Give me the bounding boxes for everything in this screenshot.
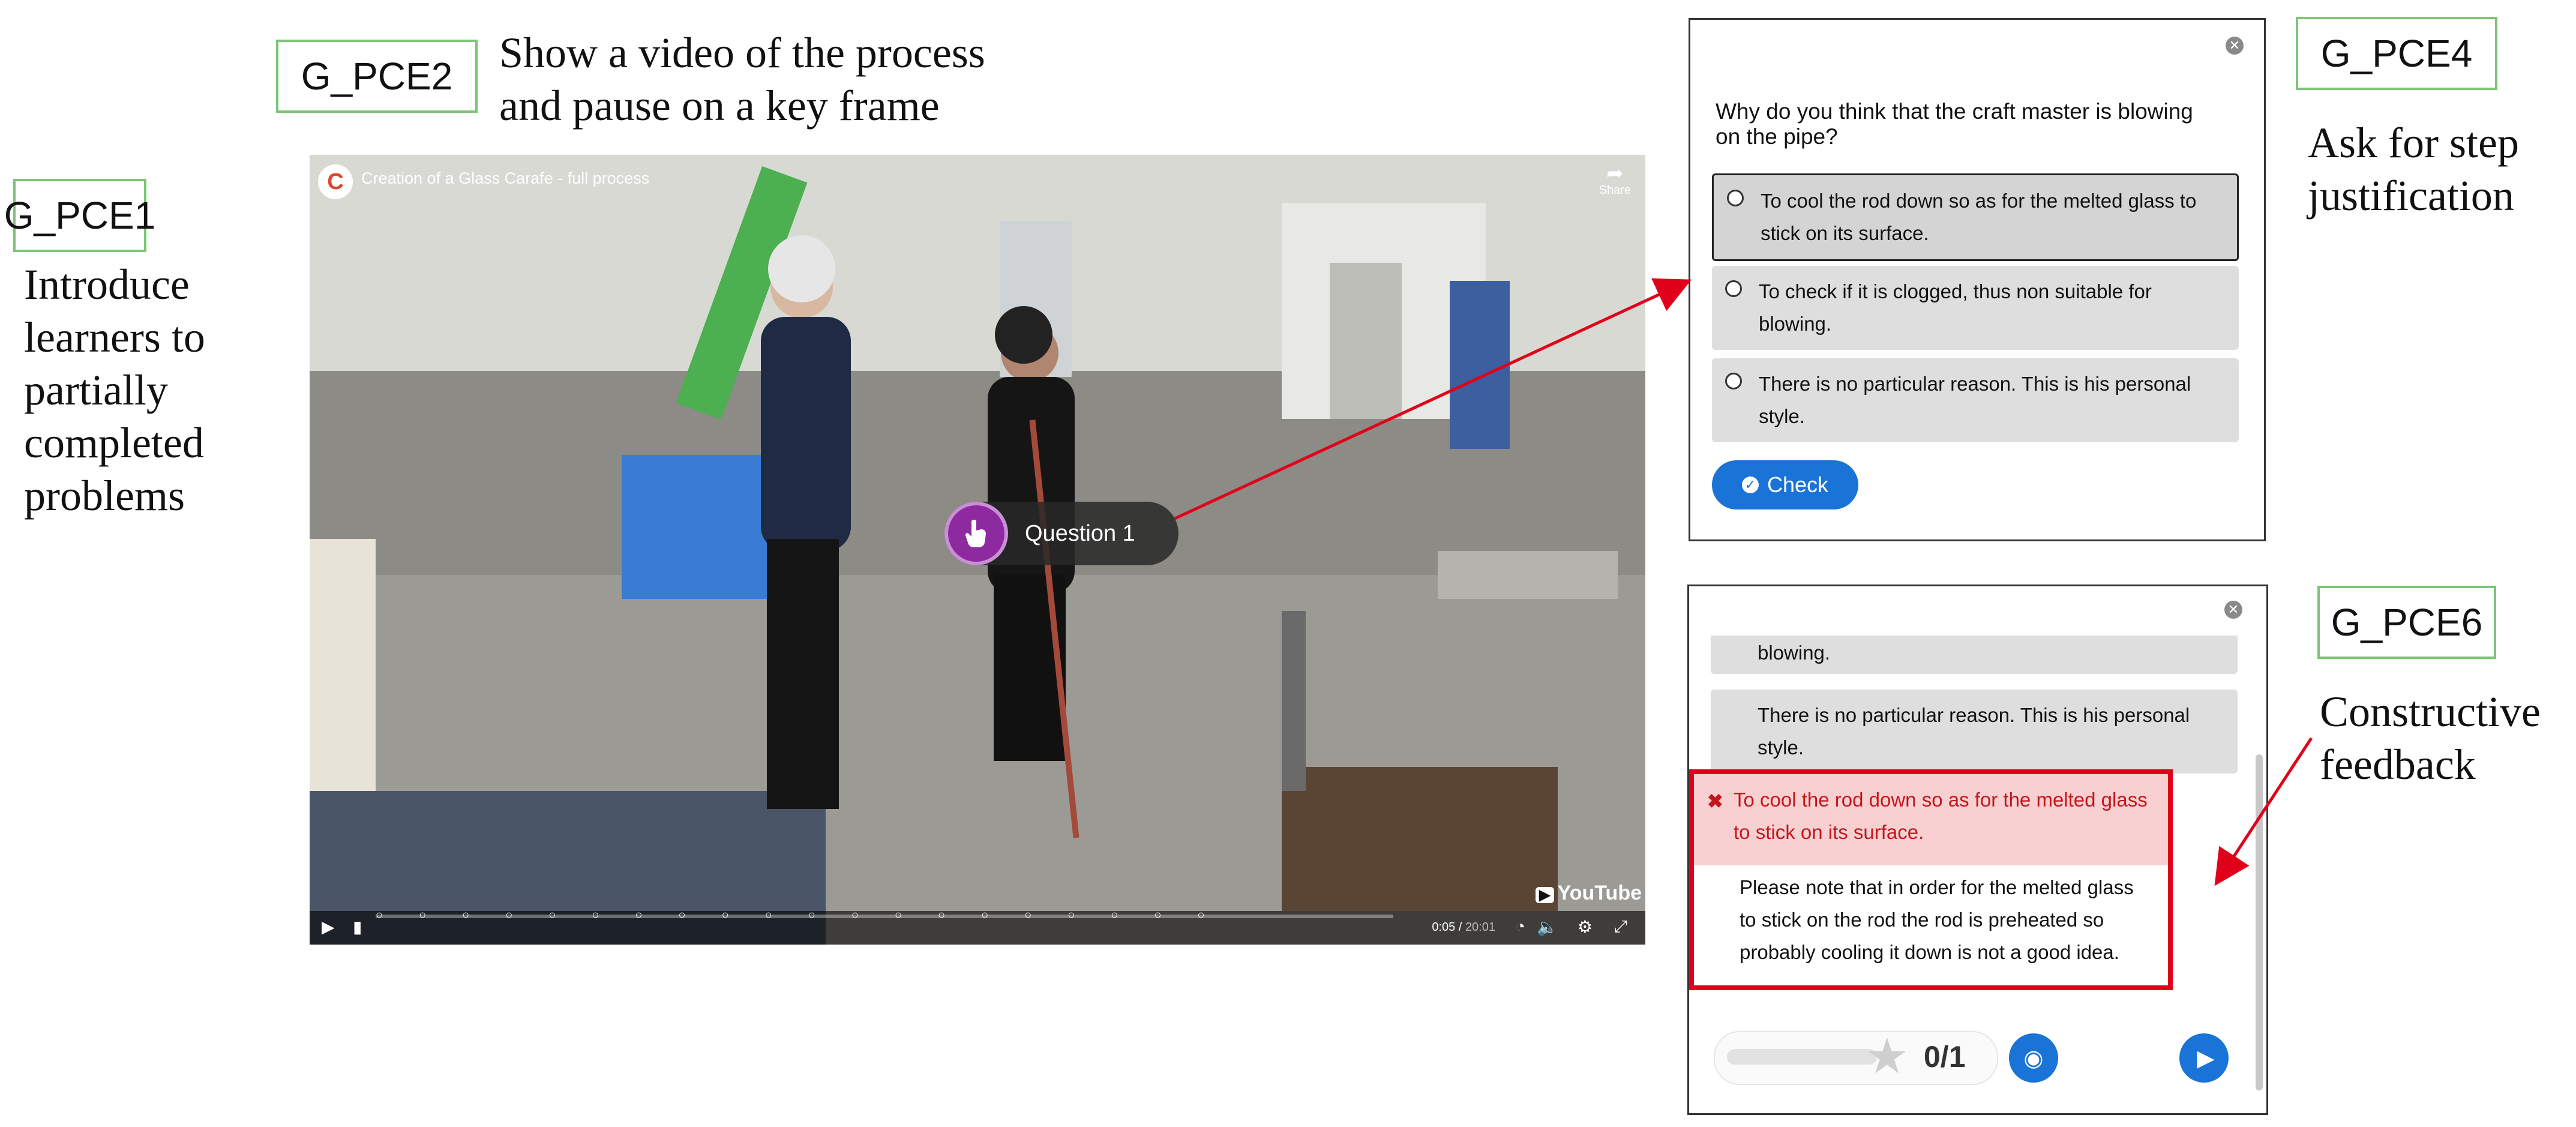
question-marker[interactable]: Question 1 — [944, 502, 1178, 565]
channel-logo-glyph: C — [327, 169, 344, 194]
radio-button[interactable] — [1725, 373, 1742, 389]
wrong-icon: ✖ — [1707, 790, 1723, 812]
interaction-dots: ○○○○○○○○○○○○○○○○○○○○ — [376, 909, 1241, 921]
label-g-pce1-text: G_PCE1 — [4, 194, 156, 237]
label-g-pce6-text: G_PCE6 — [2331, 601, 2483, 644]
anno-line: learners to — [24, 313, 205, 361]
label-g-pce4: G_PCE4 — [2296, 17, 2497, 90]
label-g-pce1: G_PCE1 — [4, 179, 155, 252]
time-display: 0:05 / 20:01 — [1432, 921, 1495, 934]
label-g-pce6: G_PCE6 — [2317, 586, 2496, 659]
question-panel: ✕ Why do you think that the craft master… — [1689, 18, 2266, 541]
annotation-g-pce2: Show a video of the process and pause on… — [499, 26, 985, 132]
label-g-pce4-text: G_PCE4 — [2320, 32, 2473, 75]
wrong-answer-label: To cool the rod down so as for the melte… — [1734, 789, 2148, 843]
play-icon: ▶ — [2197, 1045, 2215, 1071]
answer-option-3[interactable]: There is no particular reason. This is h… — [1712, 358, 2239, 442]
share-icon: ➦ — [1606, 162, 1624, 185]
youtube-logo[interactable]: ▶ YouTube — [1536, 882, 1642, 905]
answer-option-3[interactable]: There is no particular reason. This is h… — [1711, 690, 2238, 774]
check-icon: ✓ — [1741, 476, 1759, 493]
feedback-highlight-box: ✖ To cool the rod down so as for the mel… — [1689, 769, 2173, 990]
anno-line: Constructive — [2320, 688, 2541, 736]
check-button-label: Check — [1767, 472, 1829, 497]
anno-line: problems — [24, 472, 185, 520]
answer-option-label: There is no particular reason. This is h… — [1758, 704, 2190, 759]
video-controls: ○○○○○○○○○○○○○○○○○○○○ ▶ ▮ 0:05 / 20:01 ◔ … — [310, 909, 1645, 945]
bookmark-icon[interactable]: ▮ — [353, 917, 362, 937]
progress-track[interactable]: ○○○○○○○○○○○○○○○○○○○○ — [376, 909, 1393, 921]
time-current: 0:05 — [1432, 921, 1456, 934]
anno-line: completed — [24, 419, 204, 467]
speed-icon[interactable]: ◔ — [1515, 917, 1525, 936]
close-icon[interactable]: ✕ — [2224, 601, 2242, 619]
fullscreen-icon[interactable]: ⤢ — [1614, 917, 1627, 937]
radio-button[interactable] — [1725, 280, 1742, 297]
anno-line: Show a video of the process — [499, 29, 985, 77]
scrollbar[interactable] — [2256, 754, 2263, 1090]
youtube-brand-text: YouTube — [1557, 882, 1642, 904]
answer-option-1[interactable]: To cool the rod down so as for the melte… — [1712, 173, 2239, 261]
answer-option-label: There is no particular reason. This is h… — [1759, 373, 2191, 427]
anno-line: Ask for step — [2308, 119, 2519, 167]
youtube-play-icon: ▶ — [1536, 887, 1554, 903]
annotation-g-pce6: Constructive feedback — [2320, 685, 2541, 791]
hand-pointer-icon — [944, 502, 1008, 565]
answer-option-2[interactable]: To check if it is clogged, thus non suit… — [1712, 266, 2239, 350]
star-icon: ★ — [1865, 1029, 1909, 1084]
share-label: Share — [1599, 184, 1631, 197]
close-icon[interactable]: ✕ — [2226, 37, 2244, 55]
eye-icon: ◉ — [2023, 1045, 2044, 1071]
anno-line: Introduce — [24, 260, 190, 308]
wrong-answer: ✖ To cool the rod down so as for the mel… — [1694, 774, 2168, 865]
feedback-text: Please note that in order for the melted… — [1740, 876, 2134, 963]
annotation-g-pce1: Introduce learners to partially complete… — [24, 258, 205, 522]
answer-option-label: To check if it is clogged, thus non suit… — [1759, 280, 2152, 335]
settings-icon[interactable]: ⚙ — [1578, 917, 1593, 937]
anno-line: justification — [2308, 172, 2514, 220]
anno-line: partially — [24, 366, 168, 414]
continue-button[interactable]: ▶ — [2179, 1033, 2229, 1083]
annotation-g-pce4: Ask for step justification — [2308, 116, 2519, 222]
channel-logo[interactable]: C — [318, 164, 353, 199]
score-progress-bar — [1727, 1049, 1877, 1065]
score-value: 0/1 — [1924, 1040, 1966, 1074]
video-player[interactable]: C Creation of a Glass Carafe - full proc… — [310, 155, 1645, 945]
answer-option-label: blowing. — [1758, 642, 1831, 664]
play-icon[interactable]: ▶ — [322, 917, 335, 937]
share-button[interactable]: ➦ Share — [1599, 163, 1631, 197]
label-g-pce2-text: G_PCE2 — [301, 55, 453, 98]
radio-button[interactable] — [1727, 190, 1744, 206]
check-button[interactable]: ✓ Check — [1712, 460, 1858, 509]
video-title[interactable]: Creation of a Glass Carafe - full proces… — [361, 169, 649, 188]
show-solution-button[interactable]: ◉ — [2009, 1033, 2058, 1083]
anno-line: and pause on a key frame — [499, 82, 940, 130]
anno-line: feedback — [2320, 741, 2476, 789]
question-marker-label: Question 1 — [1025, 520, 1135, 546]
answer-option-label: To cool the rod down so as for the melte… — [1761, 190, 2197, 244]
answer-option-partial[interactable]: blowing. — [1711, 636, 2238, 674]
time-total: 20:01 — [1465, 921, 1495, 934]
question-text: Why do you think that the craft master i… — [1716, 99, 2193, 149]
time-separator: / — [1458, 921, 1462, 934]
label-g-pce2: G_PCE2 — [276, 40, 478, 113]
volume-icon[interactable]: 🔈 — [1537, 917, 1558, 937]
